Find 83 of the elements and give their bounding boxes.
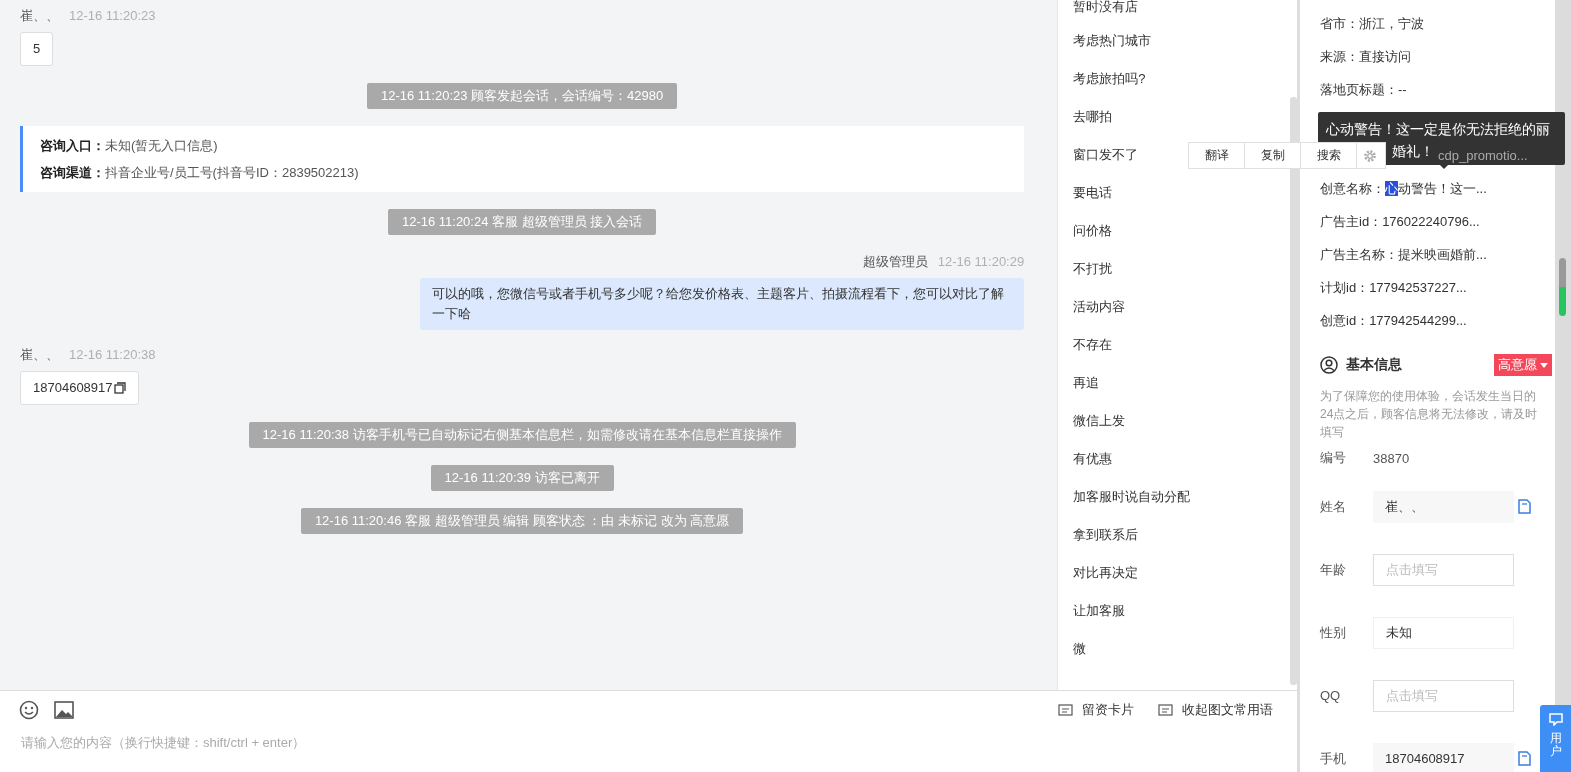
select-field[interactable]: 未知 (1373, 616, 1514, 649)
message-bubble: 5 (20, 32, 54, 66)
quick-reply-item[interactable]: 去哪拍 (1073, 98, 1269, 136)
quick-reply-item[interactable]: 暂时没有店 (1073, 0, 1269, 22)
info-label: 广告主名称： (1320, 247, 1398, 262)
info-label: 创意id： (1320, 313, 1370, 328)
scrollbar[interactable] (1290, 97, 1297, 685)
info-label: 来源： (1320, 49, 1359, 64)
system-notice: 12-16 11:20:23 顾客发起会话，会话编号：42980 (366, 83, 678, 109)
composer-button[interactable]: 收起图文常用语 (1158, 701, 1273, 719)
system-notice: 12-16 11:20:38 访客手机号已自动标记右侧基本信息栏，如需修改请在基本信息栏直接操作 (248, 422, 796, 448)
user-icon (1320, 356, 1338, 374)
info-label: 落地页标题： (1320, 82, 1398, 97)
comment-icon (1058, 703, 1073, 717)
info-label: 创意名称： (1320, 181, 1385, 196)
input-field[interactable]: 点击填写 (1373, 553, 1514, 586)
quick-reply-item[interactable]: 活动内容 (1073, 288, 1269, 326)
input-field[interactable]: 点击填写 (1373, 679, 1514, 712)
source-line: 咨询渠道：抖音企业号/员工号(抖音号ID：2839502213) (40, 164, 360, 182)
field-label: QQ (1320, 688, 1342, 703)
info-label: 广告主id： (1320, 214, 1383, 229)
message-bubble: 可以的哦，您微信号或者手机号多少呢？给您发价格表、主题客片、拍摄流程看下，您可以对比了解一下哈 (420, 278, 1025, 330)
quick-reply-item[interactable]: 考虑热门城市 (1073, 22, 1269, 60)
quick-reply-item[interactable]: 微信上发 (1073, 402, 1269, 440)
info-value: 提米映画婚前... (1398, 247, 1487, 262)
quick-reply-item[interactable]: 再追 (1073, 364, 1269, 402)
field-label: 手机 (1320, 749, 1347, 768)
quick-reply-item[interactable]: 微 (1073, 630, 1269, 668)
sender-name: 超级管理员 (862, 254, 928, 270)
field-label: 性别 (1320, 623, 1347, 642)
quick-reply-item[interactable]: 考虑旅拍吗? (1073, 60, 1269, 98)
quick-reply-item[interactable]: 要电话 (1073, 174, 1269, 212)
field-value: 38870 (1373, 450, 1410, 466)
quick-reply-item[interactable]: 不打扰 (1073, 250, 1269, 288)
image-icon[interactable] (54, 701, 74, 719)
message-time: 12-16 11:20:23 (69, 8, 156, 24)
caret-icon (1540, 362, 1548, 368)
source-line: 咨询入口：未知(暂无入口信息) (40, 137, 219, 155)
message-bubble: 18704608917 (20, 371, 139, 405)
quick-reply-item[interactable]: 问价格 (1073, 212, 1269, 250)
info-value: 直接访问 (1359, 49, 1411, 64)
section-title: 基本信息 (1346, 356, 1402, 374)
field-label: 姓名 (1320, 497, 1347, 516)
message-time: 12-16 11:20:38 (69, 347, 156, 363)
emoji-icon[interactable] (19, 700, 39, 720)
copy-icon[interactable] (1518, 751, 1531, 766)
field-label: 编号 (1320, 449, 1347, 467)
chat-icon (1548, 713, 1563, 726)
message-input[interactable]: 请输入您的内容（换行快捷键：shift/ctrl + enter） (19, 734, 623, 751)
sender-name: 崔、、 (20, 8, 59, 24)
info-value: 176022240796... (1382, 214, 1480, 229)
info-label: 省市： (1320, 16, 1359, 31)
tooltip-text: 婚礼！ (1392, 142, 1434, 161)
copy-icon[interactable] (1518, 499, 1531, 514)
quick-reply-item[interactable]: 对比再决定 (1073, 554, 1269, 592)
field-label: 年龄 (1320, 560, 1347, 579)
info-value: 动警告！这一... (1398, 181, 1487, 196)
tooltip-text: 心动警告！这一定是你无法拒绝的丽 (1326, 120, 1551, 139)
info-value: 177942537227... (1369, 280, 1467, 295)
info-label: 计划id： (1320, 280, 1370, 295)
info-value: 177942544299... (1369, 313, 1467, 328)
info-value: -- (1398, 82, 1407, 97)
intent-tag[interactable]: 高意愿 (1494, 354, 1552, 376)
sender-name: 崔、、 (20, 347, 59, 363)
message-time: 12-16 11:20:29 (937, 254, 1025, 270)
info-value: 浙江，宁波 (1359, 16, 1424, 31)
comment-icon (1158, 703, 1173, 717)
quick-reply-item[interactable]: 有优惠 (1073, 440, 1269, 478)
system-notice: 12-16 11:20:39 访客已离开 (430, 465, 614, 491)
notice-text: 为了保障您的使用体验，会话发生当日的24点之后，顾客信息将无法修改，请及时填写 (1320, 388, 1538, 441)
composer-button[interactable]: 留资卡片 (1058, 701, 1134, 719)
system-notice: 12-16 11:20:46 客服 超级管理员 编辑 顾客状态 ：由 未标记 改为 高意愿 (300, 508, 744, 534)
copy-icon[interactable] (113, 382, 126, 394)
info-value: cdp_promotio... (1438, 148, 1528, 163)
quick-reply-item[interactable]: 加客服时说自动分配 (1073, 478, 1269, 516)
feedback-label: 用户 (1549, 732, 1562, 759)
readonly-field: 18704608917 (1373, 742, 1514, 772)
quick-reply-item[interactable]: 拿到联系后 (1073, 516, 1269, 554)
quick-reply-item[interactable]: 让加客服 (1073, 592, 1269, 630)
selected-text: 心 (1385, 181, 1398, 196)
quick-reply-item[interactable]: 不存在 (1073, 326, 1269, 364)
readonly-field: 崔、、 (1373, 490, 1514, 523)
system-notice: 12-16 11:20:24 客服 超级管理员 接入会话 (387, 209, 657, 235)
